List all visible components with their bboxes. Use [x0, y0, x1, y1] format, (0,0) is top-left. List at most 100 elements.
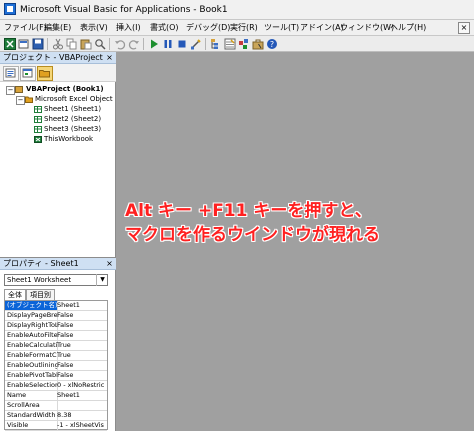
paste-icon[interactable] [80, 38, 92, 50]
property-row[interactable]: Name Sheet1 [5, 391, 107, 401]
project-explorer-icon[interactable] [210, 38, 222, 50]
property-value[interactable]: False [57, 361, 107, 370]
property-name: EnablePivotTable [7, 371, 58, 380]
property-row[interactable]: StandardWidth 8.38 [5, 411, 107, 421]
property-row[interactable]: DisplayRightToLe False [5, 321, 107, 331]
toggle-folders-button[interactable] [37, 66, 53, 81]
property-value[interactable]: False [57, 331, 107, 340]
project-explorer-toolbar [0, 64, 116, 82]
property-value[interactable]: True [57, 341, 107, 350]
worksheet-icon [34, 126, 42, 133]
property-row[interactable]: EnablePivotTable False [5, 371, 107, 381]
property-name: (オブジェクト名) [5, 301, 58, 310]
tree-folder-toggle[interactable]: − [16, 96, 25, 105]
menu-addins[interactable]: アドイン(A) [300, 20, 344, 36]
properties-icon[interactable] [224, 38, 236, 50]
design-mode-icon[interactable] [190, 38, 202, 50]
properties-title: プロパティ - Sheet1 [0, 258, 116, 270]
menu-bar: ファイル(F) 編集(E) 表示(V) 挿入(I) 書式(O) デバッグ(D) … [0, 20, 474, 36]
property-value[interactable]: 8.38 [57, 411, 107, 420]
tree-root-node[interactable]: VBAProject (Book1) [26, 84, 104, 94]
property-value[interactable]: False [57, 311, 107, 320]
property-row[interactable]: EnableSelection 0 - xlNoRestric [5, 381, 107, 391]
redo-icon[interactable] [128, 38, 140, 50]
property-value[interactable]: Sheet1 [57, 301, 107, 310]
reset-icon[interactable] [176, 38, 188, 50]
property-name: DisplayPageBrea [7, 311, 58, 320]
property-row[interactable]: EnableCalculatio True [5, 341, 107, 351]
object-browser-icon[interactable] [238, 38, 250, 50]
properties-grid: (オブジェクト名) Sheet1 DisplayPageBrea False Displ… [4, 300, 108, 431]
property-row[interactable]: (オブジェクト名) Sheet1 [5, 301, 107, 311]
property-name: EnableSelection [7, 381, 58, 390]
help-icon[interactable]: ? [266, 38, 278, 50]
tree-item-sheet1[interactable]: Sheet1 (Sheet1) [44, 104, 101, 114]
property-name: EnableAutoFilter [7, 331, 58, 340]
view-object-button[interactable] [20, 66, 36, 81]
menu-window[interactable]: ウィンドウ(W) [340, 20, 394, 36]
worksheet-icon [34, 116, 42, 123]
property-value[interactable]: True [57, 351, 107, 360]
property-row[interactable]: ScrollArea [5, 401, 107, 411]
property-name: ScrollArea [5, 401, 58, 410]
workbook-icon [34, 136, 42, 143]
run-icon[interactable] [148, 38, 160, 50]
property-row[interactable]: EnableAutoFilter False [5, 331, 107, 341]
property-name: DisplayRightToLe [7, 321, 58, 330]
tree-folder-node[interactable]: Microsoft Excel Object [35, 94, 113, 104]
insert-icon[interactable] [18, 38, 30, 50]
menu-view[interactable]: 表示(V) [80, 20, 108, 36]
menu-insert[interactable]: 挿入(I) [116, 20, 141, 36]
property-value[interactable]: -1 - xlSheetVis [57, 421, 107, 430]
properties-pane: プロパティ - Sheet1 × Sheet1 Worksheet ▼ 全体 項… [0, 257, 116, 431]
property-value[interactable]: 0 - xlNoRestric [57, 381, 107, 390]
folder-icon [25, 96, 33, 103]
view-code-button[interactable] [3, 66, 19, 81]
save-icon[interactable] [32, 38, 44, 50]
vba-project-icon [15, 86, 23, 93]
svg-text:?: ? [270, 40, 274, 49]
project-explorer-title: プロジェクト - VBAProject [0, 52, 116, 64]
tree-item-thisworkbook[interactable]: ThisWorkbook [44, 134, 93, 144]
property-name: Visible [5, 421, 58, 430]
tree-item-sheet3[interactable]: Sheet3 (Sheet3) [44, 124, 101, 134]
undo-icon[interactable] [114, 38, 126, 50]
property-row[interactable]: EnableFormatCor True [5, 351, 107, 361]
menu-tools[interactable]: ツール(T) [264, 20, 299, 36]
excel-icon[interactable] [4, 38, 16, 50]
copy-icon[interactable] [66, 38, 78, 50]
worksheet-icon [34, 106, 42, 113]
menu-format[interactable]: 書式(O) [150, 20, 179, 36]
menu-debug[interactable]: デバッグ(D) [186, 20, 230, 36]
toolbox-icon[interactable] [252, 38, 264, 50]
project-explorer-close-button[interactable]: × [105, 53, 114, 62]
tree-item-sheet2[interactable]: Sheet2 (Sheet2) [44, 114, 101, 124]
property-name: EnableOutlining [7, 361, 58, 370]
caption-line-1: Alt キー +F11 キーを押すと、 [125, 201, 372, 221]
project-tree: − VBAProject (Book1) − Microsoft Excel O… [0, 82, 116, 257]
object-select[interactable]: Sheet1 Worksheet [4, 274, 108, 286]
mdi-client-area: Alt キー +F11 キーを押すと、 マクロを作るウインドウが現れる [117, 52, 474, 431]
menu-edit[interactable]: 編集(E) [44, 20, 71, 36]
close-window-button[interactable]: × [458, 22, 470, 34]
cut-icon[interactable] [52, 38, 64, 50]
property-row[interactable]: Visible -1 - xlSheetVis [5, 421, 107, 431]
menu-help[interactable]: ヘルプ(H) [390, 20, 426, 36]
property-name: Name [5, 391, 58, 400]
caption-line-2: マクロを作るウインドウが現れる [125, 225, 380, 245]
property-row[interactable]: EnableOutlining False [5, 361, 107, 371]
property-value[interactable]: False [57, 321, 107, 330]
property-name: EnableCalculatio [7, 341, 58, 350]
property-value[interactable]: False [57, 371, 107, 380]
menu-file[interactable]: ファイル(F) [4, 20, 47, 36]
property-value[interactable]: Sheet1 [57, 391, 107, 400]
tree-collapse-toggle[interactable]: − [6, 86, 15, 95]
title-bar: Microsoft Visual Basic for Applications … [0, 0, 474, 20]
properties-close-button[interactable]: × [105, 259, 114, 268]
chevron-down-icon[interactable]: ▼ [96, 274, 108, 286]
view-code-icon [5, 68, 16, 78]
menu-run[interactable]: 実行(R) [230, 20, 258, 36]
find-icon[interactable] [94, 38, 106, 50]
property-row[interactable]: DisplayPageBrea False [5, 311, 107, 321]
break-icon[interactable] [162, 38, 174, 50]
